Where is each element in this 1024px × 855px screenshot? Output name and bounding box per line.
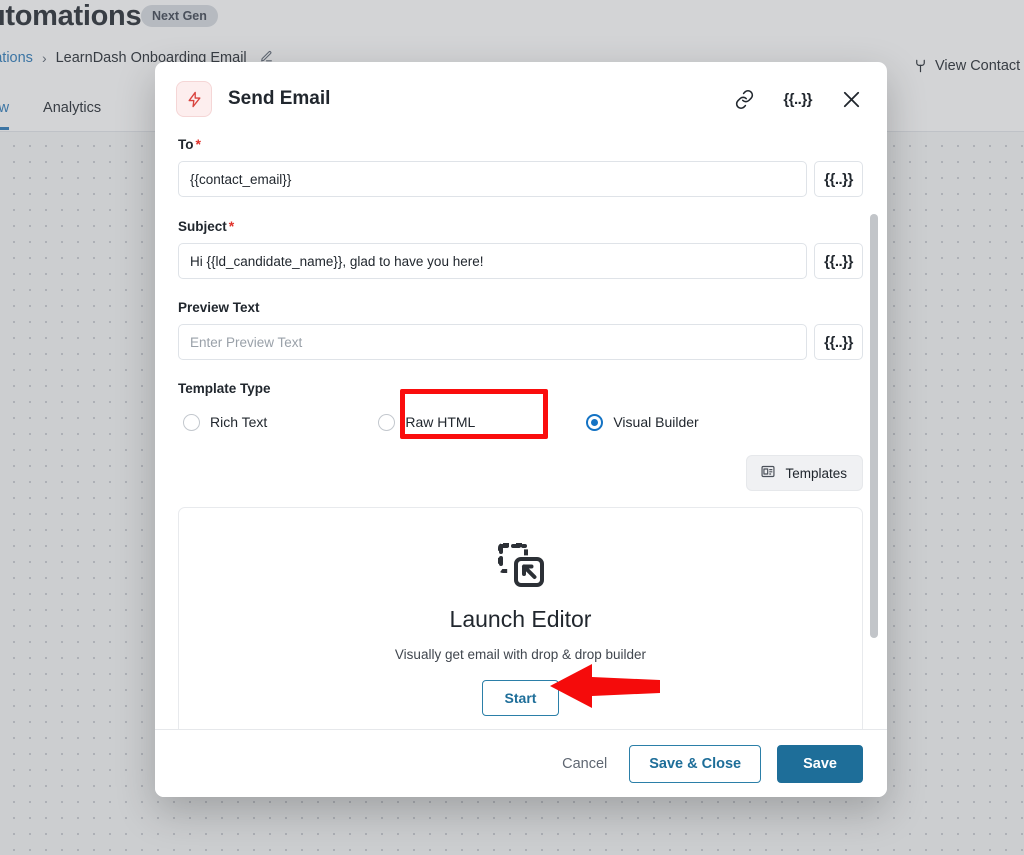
modal-scrollbar[interactable] [870, 144, 878, 719]
template-type-radio-group: Rich Text Raw HTML Visual Builder [178, 405, 863, 439]
template-layout-icon [760, 464, 776, 482]
radio-dot-icon [183, 414, 200, 431]
subject-input[interactable] [178, 243, 807, 279]
radio-raw-html-label: Raw HTML [405, 414, 475, 430]
merge-tag-glyph: {{..}} [824, 171, 853, 188]
drag-drop-icon [493, 536, 549, 592]
radio-raw-html[interactable]: Raw HTML [378, 414, 475, 431]
template-type-label: Template Type [178, 381, 863, 396]
preview-text-field-row: {{..}} [178, 324, 863, 360]
link-icon[interactable] [734, 89, 755, 110]
templates-row: Templates [178, 455, 863, 491]
subject-field-row: {{..}} [178, 243, 863, 279]
to-field-row: {{..}} [178, 161, 863, 197]
merge-tag-glyph: {{..}} [783, 91, 812, 108]
modal-header: Send Email {{..}} [155, 62, 887, 136]
required-marker: * [229, 218, 234, 234]
modal-footer: Cancel Save & Close Save [155, 729, 887, 797]
templates-button-label: Templates [785, 466, 847, 481]
to-field-label: To* [178, 136, 863, 152]
save-button[interactable]: Save [777, 745, 863, 783]
preview-text-input[interactable] [178, 324, 807, 360]
send-email-modal: Send Email {{..}} To* {{..}} S [155, 62, 887, 797]
merge-tag-glyph: {{..}} [824, 253, 853, 270]
radio-visual-builder[interactable]: Visual Builder [586, 414, 698, 431]
launch-editor-card: Launch Editor Visually get email with dr… [178, 507, 863, 729]
radio-rich-text-label: Rich Text [210, 414, 267, 430]
subject-merge-tag-button[interactable]: {{..}} [814, 243, 863, 279]
templates-button[interactable]: Templates [746, 455, 863, 491]
cancel-button[interactable]: Cancel [556, 747, 613, 781]
radio-dot-icon [586, 414, 603, 431]
modal-scrollbar-thumb[interactable] [870, 214, 878, 638]
modal-title: Send Email [228, 88, 330, 110]
modal-header-actions: {{..}} [734, 88, 863, 111]
required-marker: * [196, 136, 201, 152]
lightning-bolt-icon [176, 81, 212, 117]
close-icon[interactable] [840, 88, 863, 111]
merge-tag-glyph: {{..}} [824, 334, 853, 351]
preview-text-merge-tag-button[interactable]: {{..}} [814, 324, 863, 360]
launch-editor-heading: Launch Editor [179, 606, 862, 633]
to-merge-tag-button[interactable]: {{..}} [814, 161, 863, 197]
radio-dot-icon [378, 414, 395, 431]
preview-text-field-label: Preview Text [178, 300, 863, 315]
start-button[interactable]: Start [482, 680, 560, 716]
modal-body: To* {{..}} Subject* {{..}} Preview Text [155, 136, 887, 729]
to-input[interactable] [178, 161, 807, 197]
radio-rich-text[interactable]: Rich Text [183, 414, 267, 431]
save-and-close-button[interactable]: Save & Close [629, 745, 761, 783]
radio-visual-builder-label: Visual Builder [613, 414, 698, 430]
subject-field-label: Subject* [178, 218, 863, 234]
launch-editor-subtitle: Visually get email with drop & drop buil… [179, 647, 862, 662]
merge-tag-icon[interactable]: {{..}} [783, 91, 812, 108]
